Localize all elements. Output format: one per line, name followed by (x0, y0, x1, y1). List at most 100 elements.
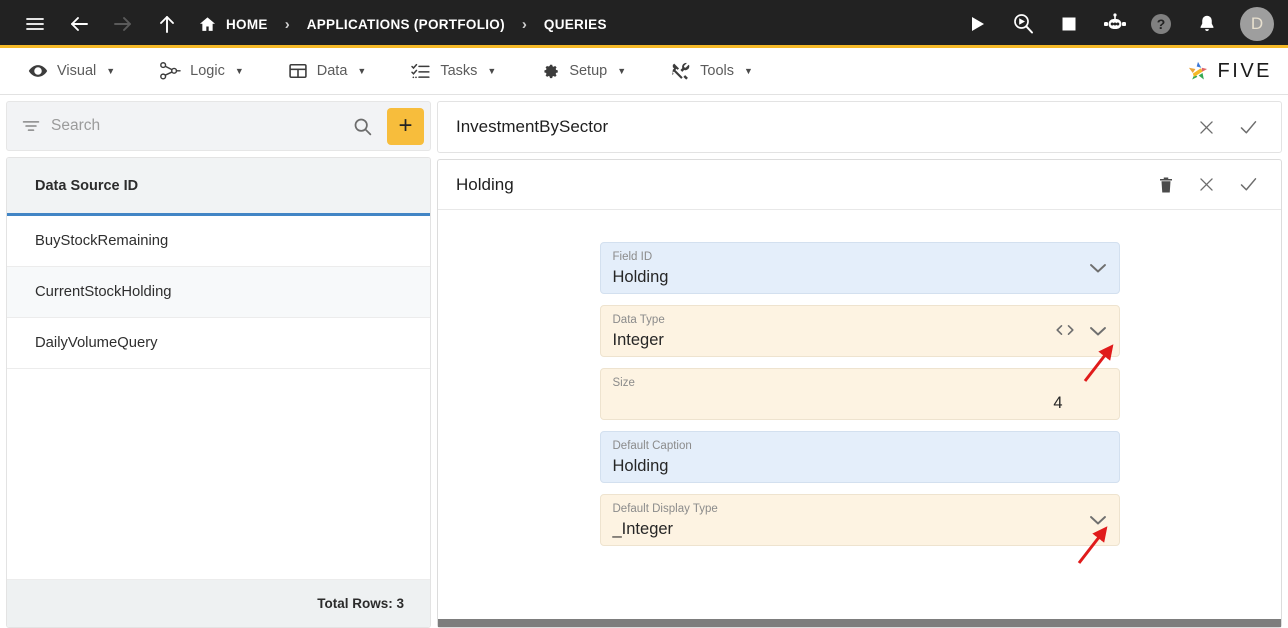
forward-arrow-icon (106, 7, 140, 41)
chevron-down-icon[interactable] (1089, 514, 1107, 526)
top-navigation-bar: HOME › APPLICATIONS (PORTFOLIO) › QUERIE… (0, 0, 1288, 48)
field-value-data-type: Integer (612, 331, 664, 349)
chevron-down-icon: ▼ (744, 66, 753, 76)
list-item[interactable]: DailyVolumeQuery (7, 318, 430, 369)
list-item[interactable]: BuyStockRemaining (7, 216, 430, 267)
five-logo-text: FIVE (1217, 59, 1272, 82)
menu-item-setup[interactable]: Setup ▼ (526, 48, 640, 94)
application-menu-bar: Visual ▼ Logic ▼ Data ▼ Tasks ▼ Setup ▼ … (0, 48, 1288, 95)
breadcrumb-item-home[interactable]: HOME (198, 15, 268, 34)
data-type-controls (1055, 323, 1107, 339)
menu-label-tools: Tools (700, 63, 734, 79)
confirm-check-icon[interactable] (1238, 117, 1259, 138)
default-display-type-controls (1089, 514, 1107, 526)
column-header-data-source-id[interactable]: Data Source ID (7, 158, 430, 216)
stop-icon[interactable] (1052, 7, 1086, 41)
record-header: InvestmentBySector (437, 101, 1282, 153)
delete-icon[interactable] (1157, 175, 1175, 195)
top-bar-actions: ? D (960, 7, 1274, 41)
menu-icon[interactable] (18, 7, 52, 41)
menu-item-logic[interactable]: Logic ▼ (145, 48, 258, 94)
list-item[interactable]: CurrentStockHolding (7, 267, 430, 318)
field-editor-actions (1157, 174, 1259, 195)
five-pinwheel-icon (1185, 58, 1211, 84)
field-label-field-id: Field ID (612, 251, 653, 263)
close-icon[interactable] (1197, 175, 1216, 194)
field-default-display-type[interactable]: Default Display Type _Integer (599, 494, 1120, 546)
search-icon[interactable] (352, 116, 373, 137)
breadcrumb-label-home: HOME (226, 16, 268, 32)
breadcrumb-item-queries[interactable]: QUERIES (544, 17, 607, 32)
menu-item-tasks[interactable]: Tasks ▼ (396, 48, 510, 94)
field-label-default-display-type: Default Display Type (612, 503, 718, 515)
tools-icon (670, 61, 691, 82)
chevron-down-icon: ▼ (234, 66, 244, 76)
chevron-down-icon: ▼ (106, 66, 116, 76)
logic-nodes-icon (159, 61, 181, 81)
filter-icon[interactable] (21, 116, 41, 136)
chevron-down-icon: ▼ (487, 66, 497, 76)
table-grid-icon (288, 61, 308, 81)
total-rows-label: Total Rows: 3 (7, 580, 430, 627)
field-field-id[interactable]: Field ID Holding (599, 242, 1120, 294)
field-label-default-caption: Default Caption (612, 440, 692, 452)
chevron-down-icon[interactable] (1089, 325, 1107, 337)
field-default-caption[interactable]: Default Caption Holding (599, 431, 1120, 483)
field-form: Field ID Holding Data Type Integer Size … (438, 210, 1281, 619)
svg-text:?: ? (1157, 16, 1166, 32)
data-source-table: Data Source ID BuyStockRemaining Current… (6, 157, 431, 628)
field-id-controls (1089, 262, 1107, 274)
play-icon[interactable] (960, 7, 994, 41)
field-size[interactable]: Size 4 (599, 368, 1120, 420)
menu-label-tasks: Tasks (440, 63, 478, 79)
menu-label-data: Data (316, 63, 348, 79)
field-value-default-caption: Holding (612, 457, 669, 475)
back-arrow-icon[interactable] (62, 7, 96, 41)
field-form-column: Field ID Holding Data Type Integer Size … (599, 242, 1120, 546)
horizontal-scrollbar[interactable] (438, 619, 1281, 627)
field-label-data-type: Data Type (612, 314, 665, 326)
confirm-check-icon[interactable] (1238, 174, 1259, 195)
record-header-actions (1197, 117, 1259, 138)
breadcrumb-item-applications[interactable]: APPLICATIONS (PORTFOLIO) (307, 17, 505, 32)
menu-label-logic: Logic (190, 63, 225, 79)
data-source-list-panel: + Data Source ID BuyStockRemaining Curre… (6, 101, 431, 628)
field-value-default-display-type: _Integer (612, 520, 674, 538)
menu-item-tools[interactable]: Tools ▼ (656, 48, 767, 94)
menu-label-visual: Visual (57, 63, 97, 79)
menu-item-visual[interactable]: Visual ▼ (14, 48, 129, 94)
chevron-down-icon: ▼ (617, 66, 627, 76)
close-icon[interactable] (1197, 118, 1216, 137)
field-editor-header: Holding (438, 160, 1281, 210)
chevron-down-icon: ▼ (357, 66, 367, 76)
page-title: InvestmentBySector (456, 117, 609, 136)
avatar[interactable]: D (1240, 7, 1274, 41)
menu-item-data[interactable]: Data ▼ (274, 48, 381, 94)
menu-label-setup: Setup (569, 63, 608, 79)
add-button[interactable]: + (387, 107, 424, 145)
robot-icon[interactable] (1098, 7, 1132, 41)
workspace: + Data Source ID BuyStockRemaining Curre… (0, 95, 1288, 628)
list-empty-space (7, 369, 430, 580)
search-bar: + (6, 101, 431, 151)
field-editor-title: Holding (456, 174, 514, 194)
debug-search-icon[interactable] (1006, 7, 1040, 41)
home-icon (198, 15, 217, 34)
code-brackets-icon[interactable] (1055, 323, 1075, 339)
search-input[interactable] (51, 117, 342, 135)
breadcrumb-separator: › (284, 15, 290, 33)
field-value-size: 4 (1053, 394, 1063, 412)
help-icon[interactable]: ? (1144, 7, 1178, 41)
bell-icon[interactable] (1190, 7, 1224, 41)
gear-icon (540, 61, 560, 81)
breadcrumb-separator: › (521, 15, 527, 33)
record-editor-panel: InvestmentBySector Holding Field ID Hold… (437, 101, 1282, 628)
five-logo: FIVE (1185, 58, 1272, 84)
checklist-icon (410, 61, 431, 81)
field-data-type[interactable]: Data Type Integer (599, 305, 1120, 357)
chevron-down-icon[interactable] (1089, 262, 1107, 274)
up-arrow-icon[interactable] (150, 7, 184, 41)
eye-icon (28, 61, 48, 81)
field-value-field-id: Holding (612, 268, 669, 286)
field-editor-card: Holding Field ID Holding Data Type Integ… (437, 159, 1282, 628)
